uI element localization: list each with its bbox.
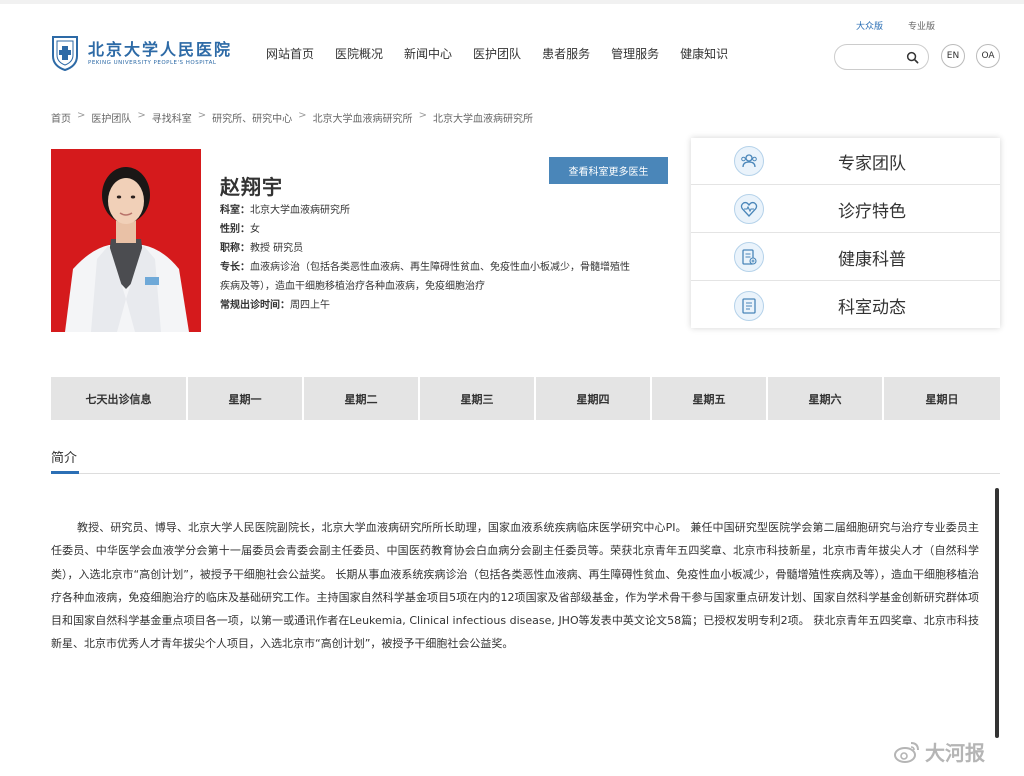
breadcrumb-institute[interactable]: 北京大学血液病研究所 [313, 110, 413, 125]
logo-chinese-name: 北京大学人民医院 [88, 39, 233, 59]
watermark-text: 大河报 [925, 741, 985, 765]
dept-row: 科室：北京大学血液病研究所 [220, 201, 350, 216]
schedule-day-tue: 星期二 [304, 377, 420, 420]
search-icon[interactable] [906, 51, 919, 64]
watermark: 大河报 [893, 737, 985, 766]
clinic-label: 常规出诊时间： [220, 300, 290, 311]
specialty-line-1: 血液病诊治（包括各类恶性血液病、再生障碍性贫血、免疫性血小板减少，骨髓增殖性 [250, 262, 630, 273]
search-box [834, 44, 929, 70]
top-border [0, 0, 1024, 4]
tab-active-indicator [51, 471, 79, 474]
clinic-row: 常规出诊时间：周四上午 [220, 296, 330, 311]
side-item-label: 专家团队 [838, 153, 906, 174]
schedule-day-thu: 星期四 [536, 377, 652, 420]
gender-value: 女 [250, 224, 260, 235]
tab-divider [51, 473, 1000, 474]
side-item-dept-news[interactable]: 科室动态 [691, 282, 1000, 329]
nav-health[interactable]: 健康知识 [680, 45, 728, 62]
side-item-features[interactable]: 诊疗特色 [691, 186, 1000, 233]
breadcrumb-separator: > [137, 110, 146, 121]
breadcrumb-separator: > [298, 110, 307, 121]
schedule-day-sun: 星期日 [925, 392, 959, 406]
schedule-day-sat: 星期六 [768, 377, 884, 420]
specialty-line-2: 疾病及等），造血干细胞移植治疗各种血液病，免疫细胞治疗 [220, 281, 485, 292]
weekly-schedule: 七天出诊信息 星期一 星期二 星期三 星期四 星期五 星期六 星期日 [51, 377, 1000, 420]
schedule-header: 七天出诊信息 [51, 377, 188, 420]
team-icon [734, 146, 764, 176]
scrollbar[interactable] [995, 488, 999, 738]
oa-button[interactable]: OA [976, 44, 1000, 68]
specialty-row-2: 疾病及等），造血干细胞移植治疗各种血液病，免疫细胞治疗 [220, 277, 485, 292]
nav-overview[interactable]: 医院概况 [335, 45, 383, 62]
breadcrumb-team[interactable]: 医护团队 [91, 110, 131, 125]
side-item-expert-team[interactable]: 专家团队 [691, 138, 1000, 185]
breadcrumb-separator: > [418, 110, 427, 121]
breadcrumb-find-dept[interactable]: 寻找科室 [152, 110, 192, 125]
version-links: 大众版 专业版 [856, 19, 935, 32]
title-value: 教授 研究员 [250, 243, 304, 254]
dept-label: 科室： [220, 205, 250, 216]
hospital-emblem-icon [52, 36, 78, 72]
hospital-logo[interactable]: 北京大学人民医院 PEKING UNIVERSITY PEOPLE'S HOSP… [50, 34, 232, 72]
side-item-label: 科室动态 [838, 298, 906, 318]
side-item-label: 健康科普 [838, 249, 906, 270]
breadcrumb: 首页 > 医护团队 > 寻找科室 > 研究所、研究中心 > 北京大学血液病研究所… [51, 110, 533, 125]
nav-medical-team[interactable]: 医护团队 [473, 45, 521, 62]
gender-label: 性别： [220, 224, 250, 235]
version-pro-link[interactable]: 专业版 [908, 19, 935, 32]
breadcrumb-home[interactable]: 首页 [51, 110, 71, 125]
specialty-label: 专长： [220, 262, 250, 273]
breadcrumb-separator: > [77, 110, 86, 121]
doctor-photo [51, 149, 201, 332]
nav-patient-service[interactable]: 患者服务 [542, 45, 590, 62]
doctor-bio: 教授、研究员、博导、北京大学人民医院副院长，北京大学血液病研究所所长助理，国家血… [51, 521, 979, 651]
nav-home[interactable]: 网站首页 [266, 45, 314, 62]
specialty-row: 专长：血液病诊治（包括各类恶性血液病、再生障碍性贫血、免疫性血小板减少，骨髓增殖… [220, 258, 630, 273]
gender-row: 性别：女 [220, 220, 260, 235]
side-panel: 专家团队 诊疗特色 健康科普 科室动态 [691, 138, 1000, 328]
dept-value: 北京大学血液病研究所 [250, 205, 350, 216]
document-plus-icon [734, 242, 764, 272]
clinic-value: 周四上午 [290, 300, 330, 311]
breadcrumb-separator: > [197, 110, 207, 121]
doctor-name: 赵翔宇 [220, 175, 283, 199]
version-public-link[interactable]: 大众版 [856, 19, 883, 32]
tab-intro[interactable]: 简介 [51, 447, 77, 466]
nav-news[interactable]: 新闻中心 [404, 45, 452, 62]
more-doctors-button[interactable]: 查看科室更多医生 [549, 157, 668, 184]
nav-management[interactable]: 管理服务 [611, 45, 659, 62]
title-label: 职称： [220, 243, 250, 254]
news-list-icon [734, 290, 764, 321]
heart-pulse-icon [734, 194, 764, 224]
side-item-label: 诊疗特色 [838, 201, 906, 222]
schedule-day-fri: 星期五 [652, 377, 768, 420]
schedule-day-wed: 星期三 [420, 377, 536, 420]
breadcrumb-current: 北京大学血液病研究所 [432, 114, 533, 125]
schedule-day-mon: 星期一 [188, 377, 304, 420]
weibo-icon [894, 741, 919, 763]
english-button[interactable]: EN [941, 44, 965, 68]
main-nav: 网站首页 医院概况 新闻中心 医护团队 患者服务 管理服务 健康知识 [266, 45, 728, 62]
side-item-health-education[interactable]: 健康科普 [691, 234, 1000, 281]
title-row: 职称：教授 研究员 [220, 239, 303, 254]
breadcrumb-institutes[interactable]: 研究所、研究中心 [212, 110, 292, 125]
logo-english-name: PEKING UNIVERSITY PEOPLE'S HOSPITAL [88, 59, 217, 66]
search-input[interactable] [845, 49, 905, 65]
doctor-portrait-illustration [51, 149, 201, 332]
